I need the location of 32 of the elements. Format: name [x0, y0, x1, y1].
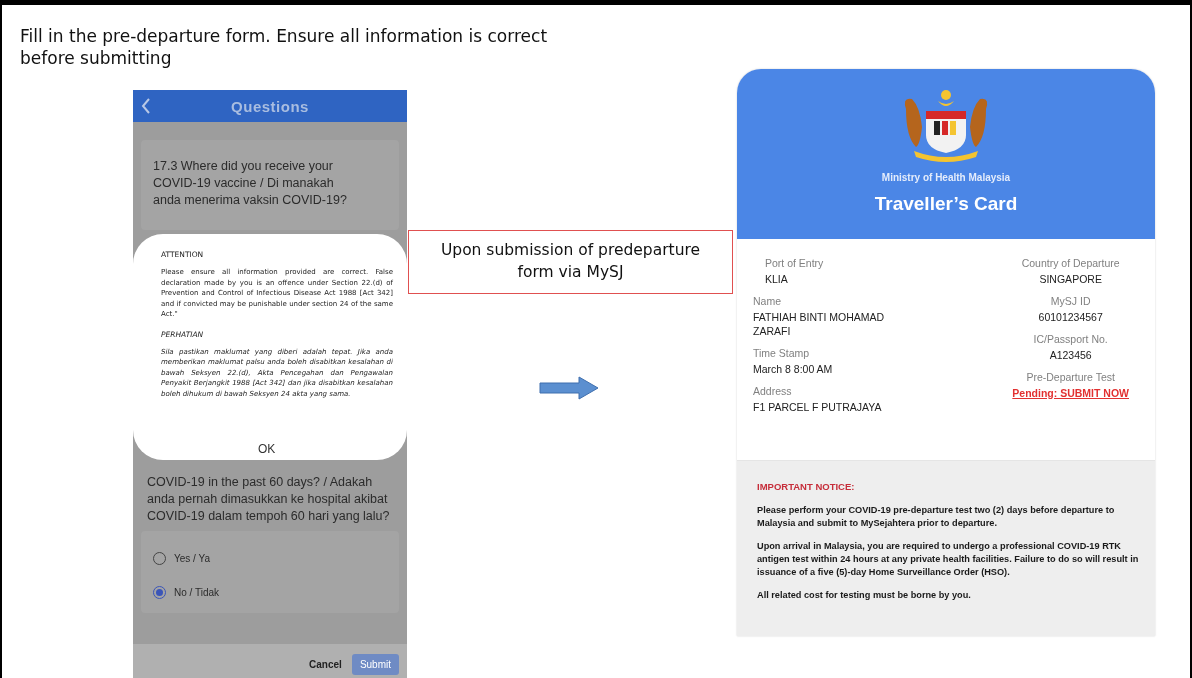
option-label: Yes / Ya — [174, 552, 210, 564]
field-value: 60101234567 — [1038, 310, 1103, 324]
status-link[interactable]: Pending: SUBMIT NOW — [1012, 386, 1129, 400]
notice-text: All related cost for testing must be borne by you. — [757, 589, 972, 602]
notice-text: Please perform your COVID-19 pre-departure test two (2) days before departure to Malaysia and submit to MySejahtera prior to departure. — [757, 504, 1116, 530]
question-text: 17.3 Where did you receive your COVID-19 vaccine / Di manakah anda menerima vaksin COVID-19? — [153, 158, 348, 209]
ministry-name: Ministry of Health Malaysia — [881, 172, 1011, 183]
notice-text: Upon arrival in Malaysia, you are required to undergo a professional COVID-19 RTK antigen test within 24 hours at any private health facilities. Failure to do so will result in issuance of a five (5)-day Home Surveillance Order (HSO). — [757, 540, 1139, 579]
field-label: IC/Passport No. — [1033, 333, 1108, 345]
field-label: Country of Departure — [1021, 257, 1120, 269]
field-label: Port of Entry — [765, 257, 825, 269]
callout-text: Upon submission of predeparture form via MySJ — [408, 230, 733, 294]
field-value: FATHIAH BINTI MOHAMAD ZARAFI — [753, 310, 886, 338]
field-value: F1 PARCEL F PUTRAJAYA — [753, 400, 883, 414]
notice-heading: IMPORTANT NOTICE: — [757, 481, 856, 492]
instruction-text: Fill in the pre-departure form. Ensure all information is correct before submitting — [20, 25, 549, 69]
cancel-button[interactable]: Cancel — [309, 659, 342, 670]
question-text: COVID-19 in the past 60 days? / Adakah anda pernah dimasukkan ke hospital akibat COVID-19 dalam tempoh 60 hari yang lalu? — [146, 474, 391, 525]
field-label: MySJ ID — [1049, 295, 1092, 307]
card-title: Traveller’s Card — [874, 193, 1018, 215]
field-label: Pre-Departure Test — [1025, 371, 1116, 383]
field-label: Name — [753, 295, 782, 307]
field-value: March 8 8:00 AM — [753, 362, 834, 376]
field-value: KLIA — [765, 272, 789, 286]
field-label: Time Stamp — [753, 347, 811, 359]
right-arrow-icon — [539, 376, 599, 400]
ok-button[interactable]: OK — [258, 442, 276, 456]
screen-title: Questions — [231, 97, 309, 115]
field-value: A123456 — [1048, 348, 1093, 362]
option-label: No / Tidak — [174, 586, 220, 598]
field-value: SINGAPORE — [1038, 272, 1103, 286]
field-label: Address — [753, 385, 793, 397]
